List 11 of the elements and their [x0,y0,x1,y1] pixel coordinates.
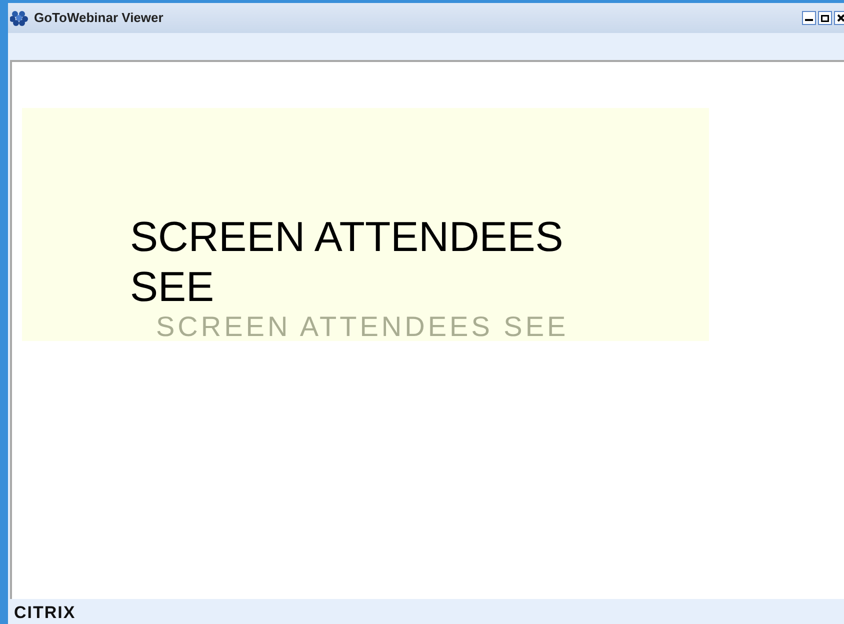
window-title: GoToWebinar Viewer [34,9,164,28]
minimize-button[interactable] [802,11,816,25]
minimize-icon [805,19,813,21]
slide-heading: SCREEN ATTENDEES SEE [130,212,564,312]
close-icon [837,14,844,22]
slide-caption: SCREEN ATTENDEES SEE [156,314,569,340]
maximize-icon [821,14,829,22]
logo: CITRIX [14,602,76,624]
flower-logo-icon [10,10,28,26]
maximize-button[interactable] [818,11,832,25]
close-button[interactable] [834,11,844,25]
